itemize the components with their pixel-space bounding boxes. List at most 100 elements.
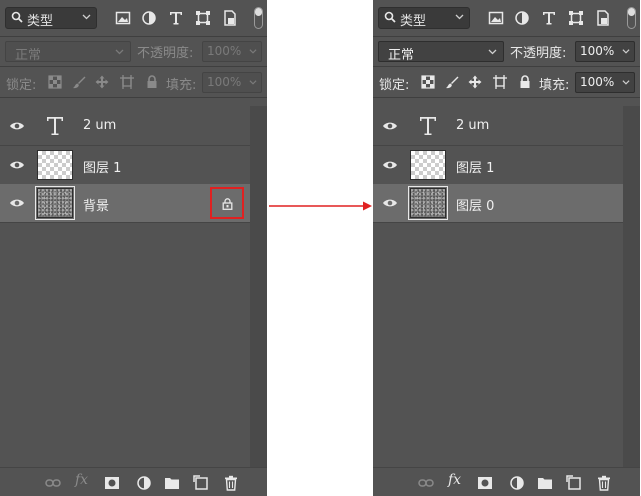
fx-icon[interactable]: fx	[75, 472, 91, 488]
smart-object-filter-icon[interactable]	[595, 10, 611, 26]
visibility-eye-icon[interactable]	[382, 160, 398, 170]
image-filter-icon[interactable]	[115, 10, 131, 26]
layer-list-scrollbar[interactable]	[623, 106, 640, 468]
new-layer-icon[interactable]	[566, 475, 582, 491]
chevron-down-icon	[249, 49, 257, 54]
image-filter-icon[interactable]	[488, 10, 504, 26]
lock-artboard-icon[interactable]	[493, 75, 507, 89]
layer-name: 2 um	[83, 118, 117, 133]
search-icon	[384, 11, 396, 23]
type-filter-icon[interactable]	[541, 10, 557, 26]
shape-filter-icon[interactable]	[195, 10, 211, 26]
lock-label: 锁定:	[379, 78, 410, 93]
trash-icon[interactable]	[223, 475, 239, 491]
layers-footer-toolbar: fx	[0, 467, 267, 496]
filter-label: 类型	[27, 14, 54, 29]
transition-arrow	[269, 201, 372, 211]
lock-all-icon[interactable]	[518, 75, 532, 89]
padlock-icon	[222, 198, 233, 210]
lock-position-icon[interactable]	[468, 75, 482, 89]
layer-filter-dropdown[interactable]: 类型	[5, 7, 97, 29]
layer-name: 图层 0	[456, 199, 495, 214]
layer-filter-dropdown[interactable]: 类型	[378, 7, 470, 29]
layer-name: 图层 1	[83, 161, 122, 176]
lock-image-pixels-icon[interactable]	[72, 75, 86, 89]
new-layer-icon[interactable]	[193, 475, 209, 491]
chevron-down-icon	[622, 49, 630, 54]
chevron-down-icon	[115, 49, 124, 55]
adjustment-filter-icon[interactable]	[514, 10, 530, 26]
layer-name: 图层 1	[456, 161, 495, 176]
filter-row: 类型	[0, 0, 267, 37]
layer-lock-highlight[interactable]	[210, 187, 244, 219]
adjustment-layer-icon[interactable]	[136, 475, 152, 491]
lock-all-icon[interactable]	[145, 75, 159, 89]
fill-label: 填充:	[166, 78, 197, 93]
layer-row-text[interactable]: 2 um	[373, 107, 623, 146]
blend-mode-value: 正常	[388, 48, 415, 63]
text-layer-thumbnail	[37, 111, 73, 141]
visibility-eye-icon[interactable]	[9, 198, 25, 208]
link-layers-icon[interactable]	[45, 475, 61, 491]
visibility-eye-icon[interactable]	[382, 198, 398, 208]
lock-position-icon[interactable]	[95, 75, 109, 89]
visibility-eye-icon[interactable]	[9, 121, 25, 131]
chevron-down-icon	[622, 80, 630, 85]
smart-object-filter-icon[interactable]	[222, 10, 238, 26]
search-icon	[11, 11, 23, 23]
opacity-label: 不透明度:	[510, 46, 567, 61]
layer-row-background[interactable]: 背景	[0, 184, 250, 223]
lock-transparent-pixels-icon[interactable]	[421, 75, 435, 89]
type-filter-icon[interactable]	[168, 10, 184, 26]
layer-name: 背景	[83, 199, 110, 214]
layer-list-scrollbar[interactable]	[250, 106, 267, 468]
layer-name: 2 um	[456, 118, 490, 133]
layer-row-raster[interactable]: 图层 1	[0, 146, 250, 185]
layer-row-text[interactable]: 2 um	[0, 107, 250, 146]
layer-row-unlocked[interactable]: 图层 0	[373, 184, 623, 223]
transparent-layer-thumbnail	[410, 150, 446, 180]
blend-row: 正常 不透明度: 100%	[373, 36, 640, 67]
fill-label: 填充:	[539, 78, 570, 93]
layers-panel-after: 类型 正常 不透明度: 100% 锁定: 填充: 100% 2 um 图层 1 …	[373, 0, 640, 496]
visibility-eye-icon[interactable]	[382, 121, 398, 131]
fill-value: 100%	[207, 75, 242, 89]
shape-filter-icon[interactable]	[568, 10, 584, 26]
lock-transparent-pixels-icon[interactable]	[48, 75, 62, 89]
layer-mask-icon[interactable]	[477, 475, 493, 491]
lock-image-pixels-icon[interactable]	[445, 75, 459, 89]
fill-value: 100%	[580, 75, 615, 89]
type-icon	[420, 117, 436, 135]
opacity-value: 100%	[207, 44, 242, 58]
layer-row-raster[interactable]: 图层 1	[373, 146, 623, 185]
group-folder-icon[interactable]	[537, 475, 553, 491]
chevron-down-icon	[488, 49, 497, 55]
lock-label: 锁定:	[6, 78, 37, 93]
blend-mode-dropdown[interactable]: 正常	[378, 41, 504, 63]
layers-footer-toolbar: fx	[373, 467, 640, 496]
blend-mode-dropdown[interactable]: 正常	[5, 41, 131, 63]
lock-row: 锁定: 填充: 100%	[0, 67, 267, 98]
link-layers-icon[interactable]	[418, 475, 434, 491]
opacity-input[interactable]: 100%	[202, 41, 262, 62]
opacity-input[interactable]: 100%	[575, 41, 635, 62]
trash-icon[interactable]	[596, 475, 612, 491]
lock-row: 锁定: 填充: 100%	[373, 67, 640, 98]
fill-input[interactable]: 100%	[202, 72, 262, 93]
visibility-eye-icon[interactable]	[9, 160, 25, 170]
filter-row: 类型	[373, 0, 640, 37]
adjustment-filter-icon[interactable]	[141, 10, 157, 26]
chevron-down-icon	[455, 14, 464, 20]
lock-artboard-icon[interactable]	[120, 75, 134, 89]
group-folder-icon[interactable]	[164, 475, 180, 491]
fill-input[interactable]: 100%	[575, 72, 635, 93]
image-layer-thumbnail	[408, 186, 448, 220]
fx-icon[interactable]: fx	[448, 472, 464, 488]
layer-mask-icon[interactable]	[104, 475, 120, 491]
filter-toggle[interactable]	[254, 7, 263, 29]
filter-label: 类型	[400, 14, 427, 29]
chevron-down-icon	[249, 80, 257, 85]
filter-toggle[interactable]	[627, 7, 636, 29]
adjustment-layer-icon[interactable]	[509, 475, 525, 491]
chevron-down-icon	[82, 14, 91, 20]
